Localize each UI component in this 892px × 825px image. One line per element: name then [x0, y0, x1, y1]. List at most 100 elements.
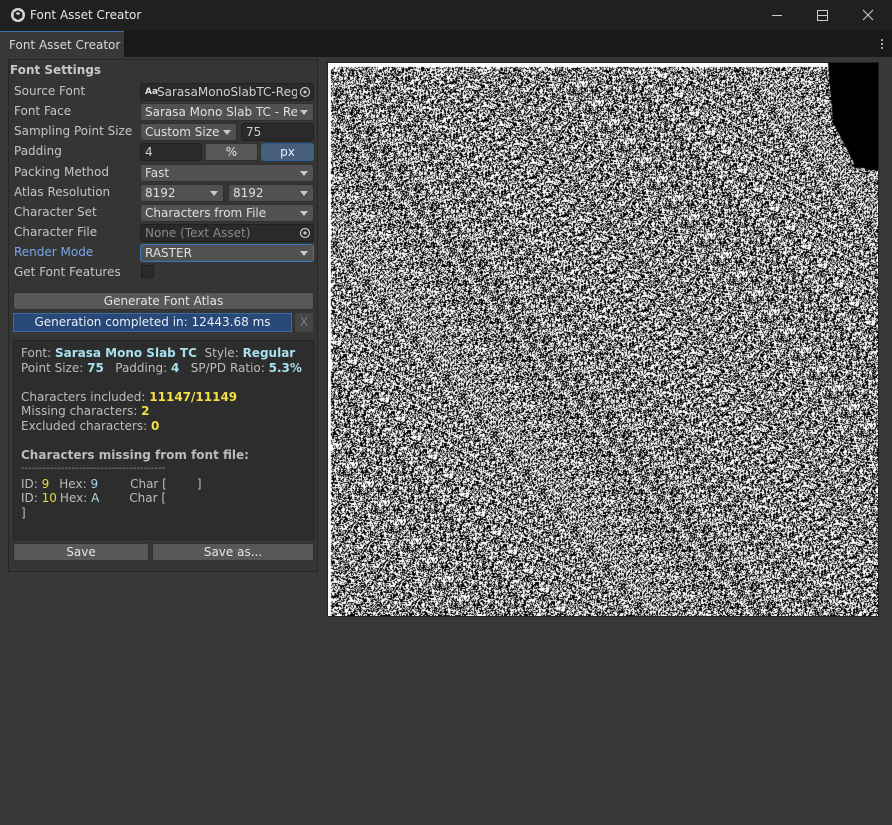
dropdown-caret-icon	[300, 211, 308, 216]
source-font-field[interactable]: Aa SarasaMonoSlabTC-Reg	[140, 83, 314, 101]
packing-value: Fast	[145, 166, 170, 180]
missing-header: Characters missing from font file:	[21, 447, 249, 462]
source-font-label: Source Font	[14, 84, 86, 98]
minimize-icon	[772, 15, 782, 16]
info-size-row: Point Size: 75 Padding: 4 SP/PD Ratio: 5…	[21, 361, 302, 376]
missing-row-1: ID: 9 Hex: 9 Char []	[21, 477, 202, 492]
tab-label: Font Asset Creator	[9, 38, 121, 52]
generate-atlas-button[interactable]: Generate Font Atlas	[13, 292, 314, 310]
padding-px-toggle[interactable]: px	[261, 143, 314, 161]
ratio-value: 5.3%	[268, 360, 302, 375]
object-picker-icon[interactable]	[297, 225, 313, 241]
id-label: ID:	[21, 476, 42, 491]
features-checkbox[interactable]	[141, 265, 154, 278]
point-value: 75	[87, 360, 104, 375]
font-name: Sarasa Mono Slab TC	[54, 346, 197, 360]
excluded-value: 0	[151, 418, 160, 433]
padding-label: Padding	[14, 144, 62, 158]
charset-value: Characters from File	[145, 206, 267, 220]
win-ctrl-max[interactable]	[800, 0, 846, 31]
dropdown-caret-icon	[210, 191, 218, 196]
object-picker-icon[interactable]	[297, 84, 313, 100]
generation-progress-bar: Generation completed in: 12443.68 ms	[13, 313, 292, 332]
charfile-value: None (Text Asset)	[145, 226, 251, 240]
charset-dropdown[interactable]: Characters from File	[140, 204, 314, 222]
included-value: 11147/11149	[149, 389, 238, 404]
atlas-label: Atlas Resolution	[14, 185, 111, 199]
row1-hex: 9	[90, 476, 99, 491]
section-title: Font Settings	[10, 63, 102, 77]
save-button[interactable]: Save	[13, 543, 149, 561]
excluded-label: Excluded characters:	[21, 418, 152, 433]
clear-progress-button[interactable]: X	[295, 313, 313, 332]
char-label: Char [	[130, 476, 167, 491]
row1-id: 9	[41, 476, 50, 491]
padding-value: 4	[145, 145, 153, 159]
info-font-row: Font: Sarasa Mono Slab TC Style: Regular	[21, 346, 295, 361]
atlas-width-value: 8192	[145, 186, 176, 200]
sampling-mode-dropdown[interactable]: Custom Size	[140, 123, 237, 141]
tab-font-asset-creator[interactable]: Font Asset Creator	[0, 31, 124, 57]
close-icon	[862, 9, 874, 21]
hex-label: Hex:	[59, 491, 92, 505]
point-label: Point Size:	[21, 360, 88, 375]
info-padding-label: Padding:	[103, 360, 171, 375]
info-included-row: Characters included: 11147/11149	[21, 390, 237, 405]
char-label: Char [	[129, 491, 167, 505]
missing-row-2: ID: 10 Hex: A Char [	[21, 491, 166, 506]
row2-id: 10	[41, 491, 57, 505]
font-face-value: Sarasa Mono Slab TC - Reg	[145, 105, 306, 119]
win-ctrl-minimize[interactable]	[754, 0, 800, 31]
sampling-size-input[interactable]: 75	[241, 123, 314, 141]
charfile-field[interactable]: None (Text Asset)	[140, 224, 314, 242]
info-excluded-row: Excluded characters: 0	[21, 419, 159, 434]
ratio-label: SP/PD Ratio:	[179, 360, 269, 375]
charfile-label: Character File	[14, 225, 98, 239]
save-as-button[interactable]: Save as...	[152, 543, 314, 561]
missing-label: Missing characters:	[21, 404, 142, 418]
included-label: Characters included:	[21, 389, 150, 404]
packing-label: Packing Method	[14, 165, 109, 179]
render-mode-dropdown[interactable]: RASTER	[140, 244, 314, 262]
dropdown-caret-icon	[300, 171, 308, 176]
row2-hex: A	[91, 491, 100, 505]
render-mode-value: RASTER	[145, 246, 192, 260]
win-ctrl-close[interactable]	[845, 0, 891, 31]
atlas-height-value: 8192	[233, 186, 264, 200]
padding-input[interactable]: 4	[140, 143, 202, 161]
hex-label: Hex:	[59, 476, 91, 491]
dropdown-caret-icon	[300, 191, 308, 196]
features-label: Get Font Features	[14, 265, 121, 279]
source-font-value: SarasaMonoSlabTC-Reg	[157, 85, 299, 99]
dropdown-caret-icon	[300, 110, 308, 115]
divider-line: ----------------------------------------	[21, 463, 166, 474]
style-value: Regular	[242, 346, 296, 360]
id-label: ID:	[21, 491, 42, 505]
style-label: Style:	[196, 346, 243, 360]
sampling-mode-value: Custom Size	[145, 125, 220, 139]
dropdown-caret-icon	[223, 130, 231, 135]
kebab-menu-icon[interactable]	[880, 38, 884, 50]
row1-close: ]	[196, 476, 202, 491]
packing-dropdown[interactable]: Fast	[140, 164, 314, 182]
missing-closing-bracket: ]	[21, 505, 26, 520]
atlas-width-dropdown[interactable]: 8192	[140, 184, 224, 202]
render-mode-label: Render Mode	[14, 245, 94, 259]
atlas-height-dropdown[interactable]: 8192	[228, 184, 314, 202]
maximize-icon	[817, 10, 828, 21]
dropdown-caret-icon	[300, 251, 308, 256]
font-face-label: Font Face	[14, 104, 72, 118]
font-info-box: Font: Sarasa Mono Slab TC Style: Regular…	[13, 340, 314, 540]
sampling-size-value: 75	[246, 125, 262, 139]
font-label: Font:	[21, 346, 55, 360]
window-title: Font Asset Creator	[30, 8, 142, 22]
charset-label: Character Set	[14, 205, 97, 219]
missing-value: 2	[141, 404, 150, 418]
atlas-preview	[327, 62, 879, 617]
unity-logo-icon	[11, 8, 25, 22]
atlas-texture-canvas	[328, 63, 878, 616]
font-face-dropdown[interactable]: Sarasa Mono Slab TC - Reg	[140, 103, 314, 121]
tab-bar	[0, 31, 892, 57]
sampling-label: Sampling Point Size	[14, 124, 133, 138]
padding-percent-toggle[interactable]: %	[205, 143, 258, 161]
